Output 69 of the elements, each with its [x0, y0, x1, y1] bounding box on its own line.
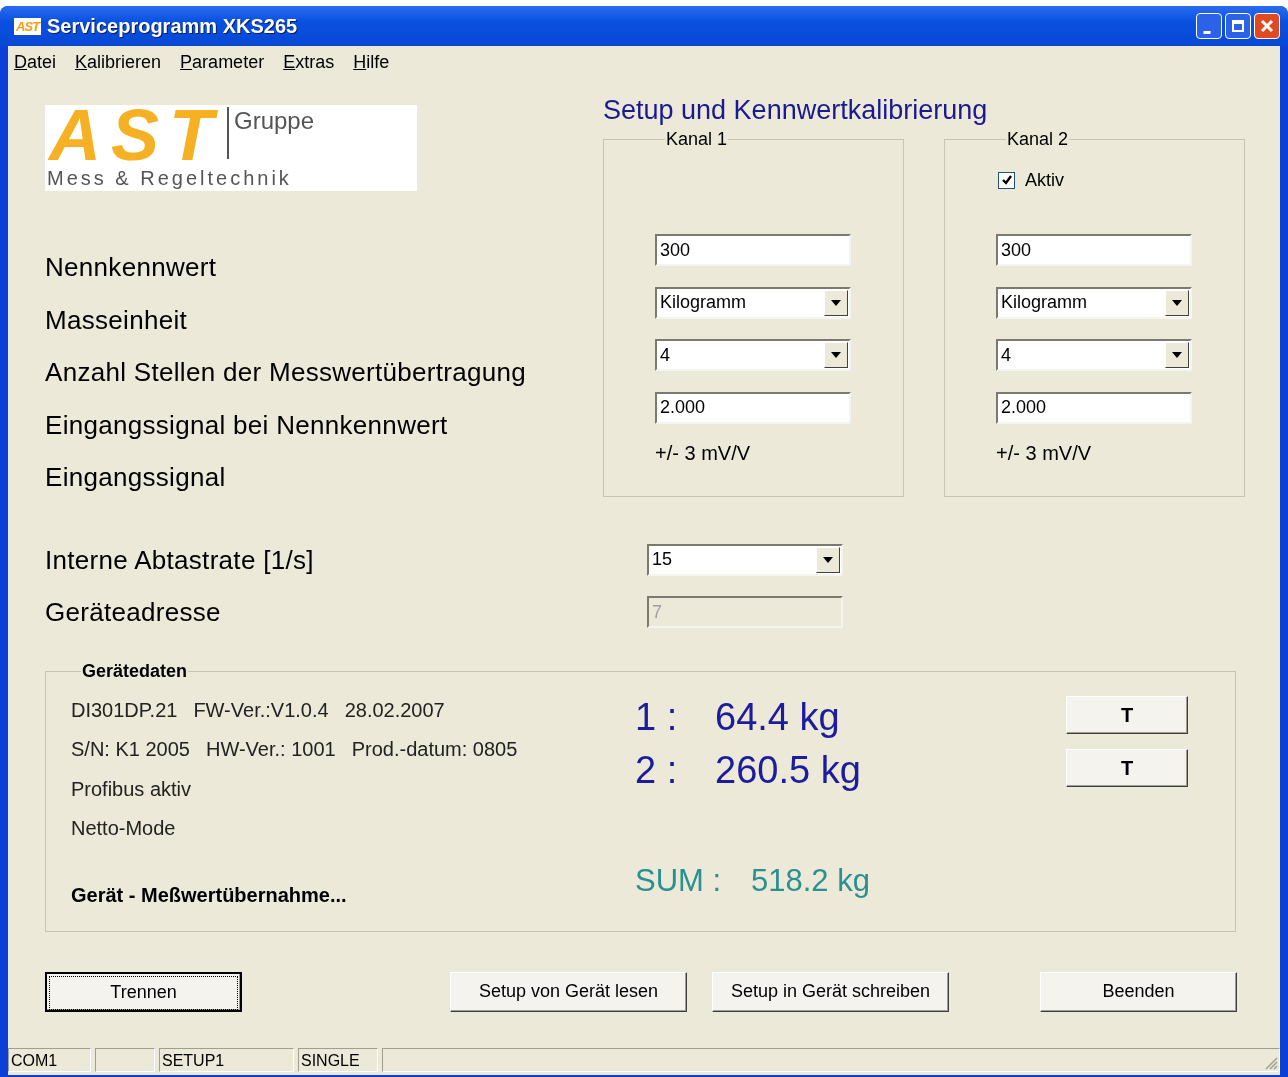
dropdown-arrow-icon [831, 299, 841, 306]
field-label: Nennkennwert [45, 251, 218, 284]
group-title: Kanal 2 [1006, 129, 1070, 150]
minimize-button[interactable] [1196, 13, 1222, 39]
checkmark-icon [1000, 174, 1013, 186]
tare-button[interactable]: T [1066, 696, 1188, 734]
info-text: HW-Ver.: 1001 [205, 738, 336, 762]
info-text: FW-Ver.:V1.0.4 [193, 698, 329, 722]
checkbox[interactable]: Aktiv [998, 169, 1064, 191]
info-text: Prod.-datum: 0805 [351, 738, 518, 762]
dropdown-arrow-icon [1172, 299, 1182, 306]
tare-button[interactable]: T [1066, 749, 1188, 787]
logo-tagline: Mess & Regeltechnik [46, 166, 293, 191]
dialog-button[interactable]: Setup von Gerät lesen [450, 971, 687, 1012]
range-text: +/- 3 mV/V [655, 441, 751, 466]
info-text: Profibus aktiv [71, 777, 192, 801]
info-text: Netto-Mode [71, 817, 176, 841]
field-label: Eingangssignal [45, 461, 227, 494]
dropdown[interactable]: 4 [996, 339, 1192, 372]
group-title: Kanal 1 [665, 129, 729, 150]
field-label: Eingangssignal bei Nennkennwert [45, 408, 449, 442]
resize-grip-icon[interactable] [1264, 1056, 1278, 1070]
field-label: Masseinheit [45, 303, 189, 337]
logo-mark: AST [46, 105, 223, 165]
info-text: S/N: K1 2005 [71, 738, 190, 762]
dropdown[interactable]: 4 [655, 339, 851, 372]
info-text: DI301DP.21 [71, 698, 178, 722]
status-text: Gerät - Meßwertübernahme... [71, 882, 348, 908]
group-title: Gerätedaten [81, 660, 189, 682]
menu-item[interactable]: Kalibrieren [75, 51, 162, 73]
menu-item[interactable]: Hilfe [353, 51, 390, 73]
dropdown[interactable]: Kilogramm [655, 286, 851, 319]
app-icon: AST [14, 17, 41, 35]
section-heading: Setup und Kennwertkalibrierung [603, 94, 989, 127]
sum-label: SUM : [635, 862, 723, 899]
dropdown-arrow-icon [831, 352, 841, 359]
dropdown[interactable]: 15 [647, 543, 843, 576]
status-panel: SETUP1 [159, 1048, 294, 1072]
menu-item[interactable]: Extras [283, 51, 335, 73]
input-field[interactable]: 300 [996, 234, 1192, 267]
field-label: Interne Abtastrate [1/s] [45, 543, 315, 577]
channel-label: 1 : [635, 695, 679, 739]
maximize-button[interactable] [1225, 13, 1251, 39]
minimize-icon [1203, 30, 1211, 34]
range-text: +/- 3 mV/V [996, 441, 1092, 466]
dialog-button[interactable]: Trennen [45, 971, 242, 1012]
weight-reading: 260.5 kg [715, 748, 862, 792]
input-field[interactable]: 300 [655, 234, 851, 267]
dialog-button[interactable]: Setup in Gerät schreiben [712, 971, 949, 1012]
dropdown-arrow-icon [1172, 352, 1182, 359]
window-title: Serviceprogramm XKS265 [47, 14, 298, 38]
close-button[interactable] [1254, 13, 1280, 39]
status-panel: COM1 [8, 1048, 91, 1072]
weight-reading: 64.4 kg [715, 695, 841, 739]
info-text: 28.02.2007 [344, 698, 445, 722]
sum-reading: 518.2 kg [751, 862, 870, 899]
menu-item[interactable]: Datei [14, 51, 57, 73]
field-label: Geräteadresse [45, 596, 222, 629]
status-panel [95, 1048, 155, 1072]
status-panel: SINGLE [298, 1048, 378, 1072]
input-field[interactable]: 2.000 [655, 391, 851, 424]
dropdown[interactable]: Kilogramm [996, 286, 1192, 319]
field-label: Anzahl Stellen der Messwertübertragung [45, 356, 528, 389]
channel-label: 2 : [635, 748, 679, 792]
dropdown-arrow-icon [823, 556, 833, 563]
menu-item[interactable]: Parameter [180, 51, 265, 73]
logo-text: Gruppe [227, 107, 315, 159]
dialog-button[interactable]: Beenden [1040, 971, 1237, 1012]
input-field[interactable]: 2.000 [996, 391, 1192, 424]
